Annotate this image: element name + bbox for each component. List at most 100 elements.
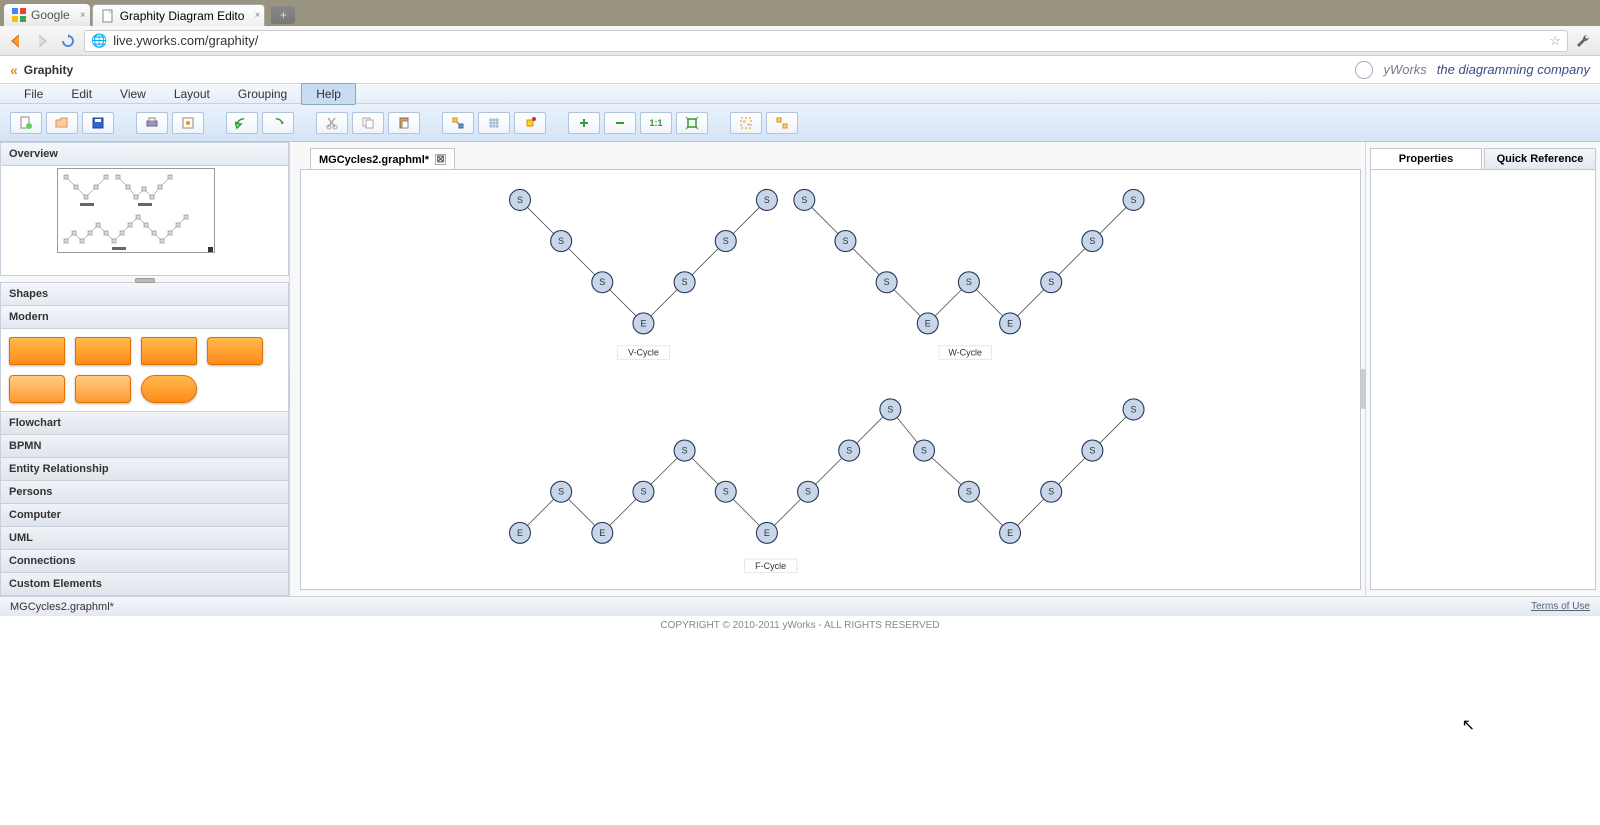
menu-view[interactable]: View (106, 84, 160, 104)
document-tab[interactable]: MGCycles2.graphml* ⊠ (310, 148, 455, 170)
tab-properties[interactable]: Properties (1370, 148, 1482, 170)
svg-text:S: S (1089, 446, 1095, 456)
shape-bevel-1[interactable] (9, 375, 65, 403)
svg-text:V-Cycle: V-Cycle (628, 348, 659, 358)
app-title: Graphity (24, 63, 73, 77)
selection-tool-button[interactable] (442, 112, 474, 134)
print-button[interactable] (136, 112, 168, 134)
category-connections[interactable]: Connections (0, 550, 289, 573)
svg-text:E: E (640, 318, 646, 328)
url-bar[interactable]: 🌐 live.yworks.com/graphity/ ☆ (84, 30, 1568, 52)
zoom-fit-button[interactable] (676, 112, 708, 134)
new-document-button[interactable] (10, 112, 42, 134)
cut-button[interactable] (316, 112, 348, 134)
tab-quick-reference[interactable]: Quick Reference (1484, 148, 1596, 170)
menu-file[interactable]: File (10, 84, 57, 104)
browser-tab-graphity[interactable]: Graphity Diagram Edito × (92, 4, 266, 26)
bookmark-star-icon[interactable]: ☆ (1549, 33, 1561, 49)
cursor-icon: ↖ (1462, 715, 1475, 735)
back-button[interactable] (6, 31, 26, 51)
collapse-chevron-icon[interactable]: « (10, 62, 18, 78)
category-bpmn[interactable]: BPMN (0, 435, 289, 458)
svg-text:S: S (640, 487, 646, 497)
shape-rect-2[interactable] (75, 337, 131, 365)
svg-text:S: S (682, 277, 688, 287)
shape-rect-1[interactable] (9, 337, 65, 365)
graph-canvas[interactable]: SSSESSSV-CycleSSSESESSSW-CycleESESSSESSS… (300, 169, 1361, 590)
wrench-menu-button[interactable] (1574, 31, 1594, 51)
shape-rounded-1[interactable] (207, 337, 263, 365)
export-button[interactable] (172, 112, 204, 134)
right-splitter-handle[interactable] (1361, 369, 1366, 409)
zoom-out-button[interactable] (604, 112, 636, 134)
svg-text:S: S (517, 195, 523, 205)
tab-close-icon[interactable]: × (255, 10, 261, 21)
paste-button[interactable] (388, 112, 420, 134)
brand-area: yWorks the diagramming company (1355, 61, 1590, 79)
ungroup-button[interactable] (766, 112, 798, 134)
document-close-icon[interactable]: ⊠ (435, 154, 446, 165)
redo-button[interactable] (262, 112, 294, 134)
menu-grouping[interactable]: Grouping (224, 84, 301, 104)
properties-panel-body (1370, 169, 1596, 590)
shapes-categories-list: Flowchart BPMN Entity Relationship Perso… (0, 412, 289, 596)
grid-toggle-button[interactable] (478, 112, 510, 134)
shape-bevel-2[interactable] (75, 375, 131, 403)
reload-button[interactable] (58, 31, 78, 51)
undo-button[interactable] (226, 112, 258, 134)
svg-text:E: E (1007, 528, 1013, 538)
snap-toggle-button[interactable] (514, 112, 546, 134)
svg-text:S: S (801, 195, 807, 205)
svg-text:E: E (599, 528, 605, 538)
copy-button[interactable] (352, 112, 384, 134)
svg-text:S: S (1048, 277, 1054, 287)
forward-button[interactable] (32, 31, 52, 51)
category-computer[interactable]: Computer (0, 504, 289, 527)
menu-help[interactable]: Help (301, 83, 356, 105)
category-persons[interactable]: Persons (0, 481, 289, 504)
tab-close-icon[interactable]: × (80, 10, 86, 21)
svg-text:S: S (921, 446, 927, 456)
category-custom-elements[interactable]: Custom Elements (0, 573, 289, 596)
svg-text:W-Cycle: W-Cycle (948, 348, 982, 358)
category-entity-relationship[interactable]: Entity Relationship (0, 458, 289, 481)
globe-icon: 🌐 (91, 33, 107, 49)
shapes-panel-header[interactable]: Shapes (0, 282, 289, 306)
svg-text:S: S (558, 487, 564, 497)
canvas-area: MGCycles2.graphml* ⊠ S S S E S S S V-Cycle S S S E S… (290, 142, 1365, 596)
shape-pill[interactable] (141, 375, 197, 403)
shape-rect-3[interactable] (141, 337, 197, 365)
svg-text:S: S (1131, 404, 1137, 414)
brand-tagline: the diagramming company (1437, 62, 1590, 77)
footer-copyright: COPYRIGHT © 2010-2011 yWorks - ALL RIGHT… (0, 616, 1600, 634)
open-document-button[interactable] (46, 112, 78, 134)
svg-text:S: S (723, 487, 729, 497)
group-button[interactable] (730, 112, 762, 134)
overview-panel-header[interactable]: Overview (0, 142, 289, 166)
menu-bar: File Edit View Layout Grouping Help (0, 84, 1600, 104)
category-flowchart[interactable]: Flowchart (0, 412, 289, 435)
browser-nav-toolbar: 🌐 live.yworks.com/graphity/ ☆ (0, 26, 1600, 56)
browser-tabs-bar: Google × Graphity Diagram Edito × + (0, 0, 1600, 26)
category-uml[interactable]: UML (0, 527, 289, 550)
shapes-category-modern[interactable]: Modern (0, 306, 289, 329)
svg-text:S: S (764, 195, 770, 205)
overview-slider-handle[interactable] (135, 278, 155, 283)
browser-tab-google[interactable]: Google × (4, 4, 90, 26)
app-header: « Graphity yWorks the diagramming compan… (0, 56, 1600, 84)
zoom-in-button[interactable] (568, 112, 600, 134)
save-button[interactable] (82, 112, 114, 134)
menu-layout[interactable]: Layout (160, 84, 224, 104)
svg-text:S: S (1089, 236, 1095, 246)
new-tab-button[interactable]: + (271, 6, 295, 24)
zoom-ratio-label: 1:1 (649, 118, 662, 128)
svg-text:E: E (764, 528, 770, 538)
zoom-1-1-button[interactable]: 1:1 (640, 112, 672, 134)
browser-tab-label: Google (31, 8, 70, 22)
page-favicon-icon (101, 9, 115, 23)
overview-minimap[interactable] (0, 166, 289, 276)
svg-text:S: S (887, 404, 893, 414)
terms-of-use-link[interactable]: Terms of Use (1531, 601, 1590, 612)
menu-edit[interactable]: Edit (57, 84, 106, 104)
svg-text:S: S (842, 236, 848, 246)
